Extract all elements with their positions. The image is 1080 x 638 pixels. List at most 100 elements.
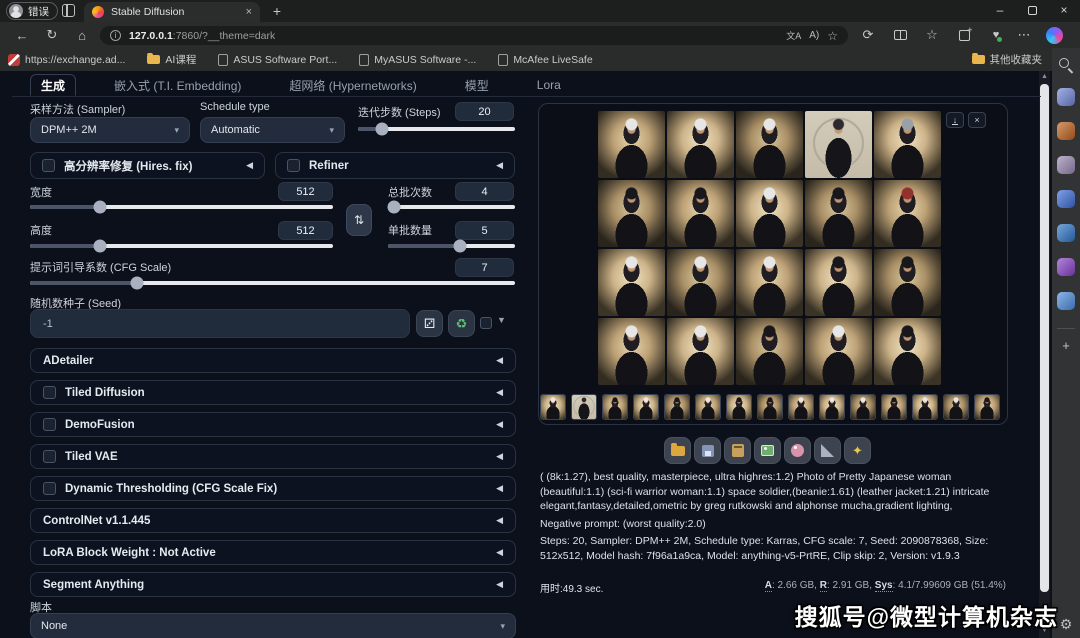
refiner-accordion[interactable]: Refiner ◀	[275, 152, 515, 179]
browser-tab-stable-diffusion[interactable]: Stable Diffusion ×	[84, 2, 260, 22]
accordion-lora-block-weight[interactable]: LoRA Block Weight : Not Active◀	[30, 540, 516, 565]
gallery-image[interactable]	[874, 111, 941, 178]
tab-hypernetworks[interactable]: 超网络 (Hypernetworks)	[279, 74, 426, 96]
restore-button[interactable]	[1016, 0, 1048, 20]
workspaces-icon[interactable]	[62, 4, 75, 17]
gallery-image[interactable]	[667, 180, 734, 247]
gallery-thumbnail[interactable]	[943, 394, 969, 420]
sidebar-outlook-icon[interactable]	[1057, 224, 1075, 242]
gallery-thumbnail[interactable]	[664, 394, 690, 420]
gallery-thumbnail[interactable]	[819, 394, 845, 420]
accordion-adetailer[interactable]: ADetailer◀	[30, 348, 516, 373]
close-gallery-button[interactable]: ×	[968, 112, 986, 128]
scroll-up-arrow-icon[interactable]: ▲	[1040, 73, 1049, 80]
send-to-img2img-button[interactable]	[754, 437, 781, 464]
sidebar-video-icon[interactable]	[1057, 190, 1075, 208]
gallery-thumbnail[interactable]	[633, 394, 659, 420]
random-seed-dice-button[interactable]: ⚂	[416, 310, 443, 337]
tiled-vae-checkbox[interactable]	[43, 450, 56, 463]
upscale-button[interactable]: ✦	[844, 437, 871, 464]
accordion-tiled-diffusion[interactable]: Tiled Diffusion◀	[30, 380, 516, 405]
gallery-thumbnail[interactable]	[912, 394, 938, 420]
gallery-image[interactable]	[667, 318, 734, 385]
swap-dimensions-button[interactable]: ⇅	[346, 204, 372, 236]
save-button[interactable]	[694, 437, 721, 464]
sidebar-add-icon[interactable]: +	[1052, 338, 1080, 353]
gallery-image[interactable]	[667, 249, 734, 316]
accordion-tiled-vae[interactable]: Tiled VAE◀	[30, 444, 516, 469]
url-bar[interactable]: i 127.0.0.1:7860/?__theme=dark 文A A) ☆	[100, 26, 848, 45]
page-scrollbar-thumb[interactable]	[1040, 84, 1049, 592]
send-to-inpaint-button[interactable]	[784, 437, 811, 464]
gallery-image[interactable]	[736, 318, 803, 385]
reload-icon[interactable]: ↻	[40, 25, 64, 45]
steps-value[interactable]: 20	[455, 102, 514, 121]
batch-size-slider[interactable]	[388, 244, 515, 248]
gallery-image[interactable]	[598, 249, 665, 316]
width-value[interactable]: 512	[278, 182, 333, 201]
gallery-thumbnail[interactable]	[788, 394, 814, 420]
bookmark-item[interactable]: ASUS Software Port...	[218, 54, 337, 66]
seed-extra-dropdown-icon[interactable]: ▼	[497, 315, 506, 325]
height-value[interactable]: 512	[278, 221, 333, 240]
width-slider[interactable]	[30, 205, 333, 209]
gallery-image[interactable]	[874, 249, 941, 316]
favorites-bar-icon[interactable]: ☆	[920, 25, 944, 45]
script-dropdown[interactable]: None▾	[30, 613, 516, 638]
bookmark-item[interactable]: https://exchange.ad...	[8, 54, 125, 66]
steps-slider[interactable]	[358, 127, 515, 131]
collections-icon[interactable]: +	[952, 25, 976, 45]
tab-ti-embedding[interactable]: 嵌入式 (T.I. Embedding)	[104, 74, 251, 96]
gallery-image[interactable]	[874, 180, 941, 247]
demofusion-checkbox[interactable]	[43, 418, 56, 431]
open-folder-button[interactable]	[664, 437, 691, 464]
schedule-type-dropdown[interactable]: Automatic▾	[200, 117, 345, 143]
tab-generate[interactable]: 生成	[30, 74, 76, 96]
sidebar-office-icon[interactable]	[1057, 258, 1075, 276]
gallery-image[interactable]	[874, 318, 941, 385]
more-menu-icon[interactable]: ⋯	[1012, 25, 1036, 45]
gallery-image[interactable]	[805, 180, 872, 247]
send-to-extras-button[interactable]	[814, 437, 841, 464]
height-slider[interactable]	[30, 244, 333, 248]
browser-essentials-icon[interactable]: ♥	[984, 25, 1008, 45]
reuse-seed-recycle-button[interactable]: ♻	[448, 310, 475, 337]
gallery-image[interactable]	[805, 111, 872, 178]
tab-model[interactable]: 模型	[455, 74, 499, 96]
accordion-dynamic-thresholding[interactable]: Dynamic Thresholding (CFG Scale Fix)◀	[30, 476, 516, 501]
back-icon[interactable]: ←	[10, 25, 34, 45]
dynamic-thresholding-checkbox[interactable]	[43, 482, 56, 495]
cfg-scale-value[interactable]: 7	[455, 258, 514, 277]
gallery-image[interactable]	[598, 318, 665, 385]
home-icon[interactable]: ⌂	[70, 25, 94, 45]
bookmark-item[interactable]: MyASUS Software -...	[359, 54, 476, 66]
gallery-image[interactable]	[736, 180, 803, 247]
gallery-image[interactable]	[598, 111, 665, 178]
seed-input[interactable]: -1	[30, 309, 410, 338]
tiled-diffusion-checkbox[interactable]	[43, 386, 56, 399]
new-tab-button[interactable]: +	[268, 3, 286, 19]
hires-fix-checkbox[interactable]	[42, 159, 55, 172]
tab-close-icon[interactable]: ×	[246, 6, 252, 18]
gallery-thumbnail[interactable]	[602, 394, 628, 420]
sidebar-search-icon[interactable]	[1059, 58, 1069, 68]
gallery-thumbnail[interactable]	[757, 394, 783, 420]
sidebar-games-icon[interactable]	[1057, 122, 1075, 140]
hires-fix-accordion[interactable]: 高分辨率修复 (Hires. fix) ◀	[30, 152, 265, 179]
gallery-thumbnail[interactable]	[974, 394, 1000, 420]
refiner-checkbox[interactable]	[287, 159, 300, 172]
batch-count-value[interactable]: 4	[455, 182, 514, 201]
gallery-image[interactable]	[667, 111, 734, 178]
gallery-thumbnail[interactable]	[881, 394, 907, 420]
sampler-dropdown[interactable]: DPM++ 2M▾	[30, 117, 190, 143]
read-aloud-icon[interactable]: A)	[809, 30, 819, 41]
gallery-thumbnail[interactable]	[850, 394, 876, 420]
gallery-image[interactable]	[598, 180, 665, 247]
extra-seed-checkbox[interactable]	[480, 317, 492, 329]
gallery-thumbnail[interactable]	[726, 394, 752, 420]
gallery-image[interactable]	[805, 318, 872, 385]
translate-icon[interactable]: 文A	[786, 29, 801, 42]
bookmark-item[interactable]: AI课程	[147, 52, 196, 67]
batch-count-slider[interactable]	[388, 205, 515, 209]
favorite-star-icon[interactable]: ☆	[827, 29, 838, 43]
